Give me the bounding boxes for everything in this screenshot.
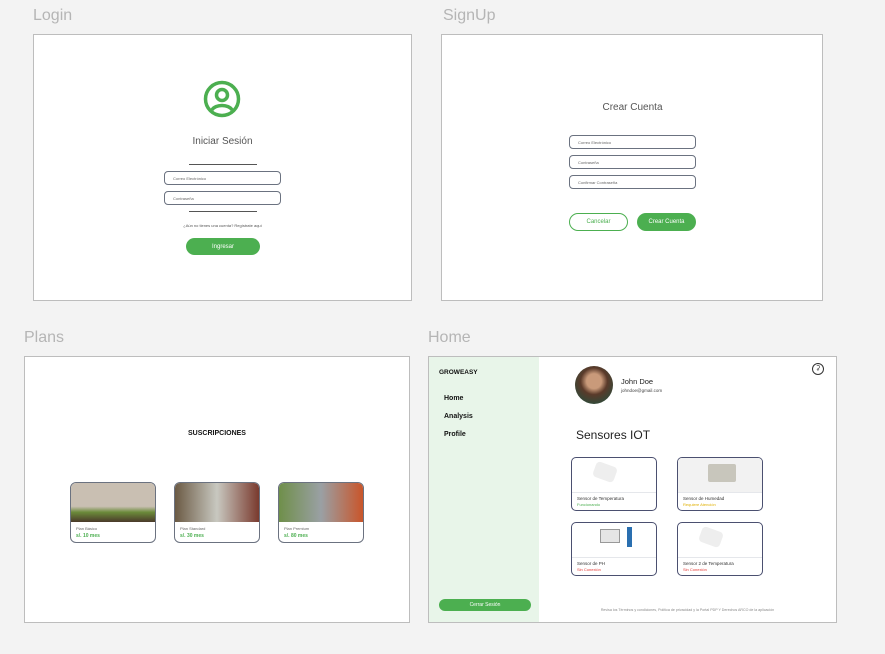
password-input[interactable]: Contraseña [164,191,281,205]
plan-name: Plan Standard [180,526,206,531]
footer-legal-text[interactable]: Revisa los Términos y condiciones, Polít… [560,608,815,612]
divider [189,164,257,165]
sensor-name: Sensor de Temperatura [577,496,624,501]
nav-analysis[interactable]: Analysis [444,413,473,420]
plan-card[interactable]: Plan Básico s/. 10 mes [70,482,156,543]
plan-card[interactable]: Plan Standard s/. 30 mes [174,482,260,543]
plan-price: s/. 30 mes [180,533,204,539]
frame-label-signup: SignUp [443,7,496,24]
user-circle-icon [203,80,241,118]
plan-card[interactable]: Plan Premium s/. 80 mes [278,482,364,543]
email-input[interactable]: Correo Electrónico [164,171,281,185]
avatar [575,366,613,404]
sensor-name: Sensor 2 de Temperatura [683,561,734,566]
plan-image [71,483,155,522]
divider [189,211,257,212]
nav-home[interactable]: Home [444,395,463,402]
user-email: johndoe@gmail.com [621,388,663,393]
plan-image [279,483,363,522]
plan-price: s/. 80 mes [284,533,308,539]
sensor-image [572,458,656,493]
sensor-card[interactable]: Sensor de PH Sin Conexión [571,522,657,576]
logout-button[interactable]: Cerrar Sesión [439,599,531,611]
frame-label-home: Home [428,329,471,346]
login-button[interactable]: Ingresar [186,238,260,255]
frame-label-login: Login [33,7,73,24]
create-account-button[interactable]: Crear Cuenta [637,213,696,231]
register-link[interactable]: ¿Aún no tienes una cuenta? Regístrate aq… [150,223,295,228]
sensor-image [572,523,656,558]
signup-password-input[interactable]: Contraseña [569,155,696,169]
signup-title: Crear Cuenta [602,102,663,113]
plans-title: SUSCRIPCIONES [188,430,246,437]
cancel-button[interactable]: Cancelar [569,213,628,231]
signup-email-input[interactable]: Correo Electrónico [569,135,696,149]
nav-profile[interactable]: Profile [444,431,466,438]
notification-bell-icon[interactable]: ⚳ [812,363,824,375]
plan-image [175,483,259,522]
sensor-name: Sensor de PH [577,561,606,566]
confirm-password-input[interactable]: Confirmar Contraseña [569,175,696,189]
plan-name: Plan Premium [284,526,310,531]
sensor-image [678,523,762,558]
sensor-name: Sensor de Humedad [683,496,725,501]
section-title: Sensores IOT [576,428,651,442]
frame-label-plans: Plans [24,329,65,346]
sensor-image [678,458,762,493]
sensor-status: Funcionando [577,502,601,507]
sensor-status: Requiere Atención [683,502,716,507]
plan-name: Plan Básico [76,526,98,531]
sensor-card[interactable]: Sensor de Temperatura Funcionando [571,457,657,511]
plan-price: s/. 10 mes [76,533,100,539]
brand-logo: GROWEASY [439,369,478,376]
login-title: Iniciar Sesión [192,136,253,147]
sensor-card[interactable]: Sensor de Humedad Requiere Atención [677,457,763,511]
sensor-card[interactable]: Sensor 2 de Temperatura Sin Conexión [677,522,763,576]
user-name: John Doe [621,377,654,386]
login-frame [33,34,412,301]
sensor-status: Sin Conexión [577,567,601,572]
sensor-status: Sin Conexión [683,567,707,572]
